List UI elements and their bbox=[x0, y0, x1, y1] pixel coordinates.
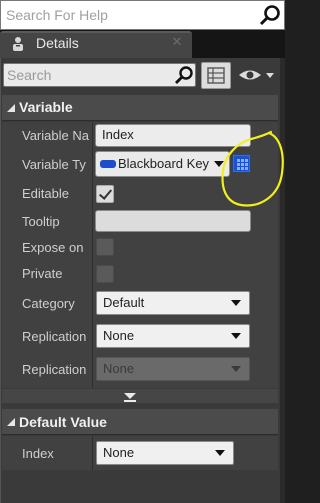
column-divider bbox=[92, 436, 93, 470]
help-search-input[interactable] bbox=[0, 0, 255, 30]
editable-checkbox[interactable] bbox=[96, 185, 114, 203]
editable-label: Editable bbox=[22, 186, 69, 201]
expand-line bbox=[124, 400, 136, 402]
tooltip-field[interactable] bbox=[95, 210, 251, 232]
category-label: Category bbox=[22, 296, 75, 311]
collapse-arrow-icon[interactable] bbox=[6, 417, 16, 427]
highlight-annotation bbox=[221, 130, 284, 207]
replication-condition-label: Replication bbox=[22, 362, 87, 377]
tab-details[interactable] bbox=[0, 31, 192, 58]
default-index-value: None bbox=[103, 445, 135, 460]
private-label: Private bbox=[22, 266, 63, 281]
tooltip-label: Tooltip bbox=[22, 214, 60, 229]
search-icon[interactable] bbox=[174, 66, 194, 84]
replication-value: None bbox=[103, 328, 135, 343]
column-divider bbox=[92, 122, 93, 388]
chevron-down-icon bbox=[231, 300, 241, 306]
variable-name-label: Variable Na bbox=[22, 128, 89, 143]
expose-on-spawn-label: Expose on bbox=[22, 240, 84, 255]
collapse-arrow-icon[interactable] bbox=[6, 103, 16, 113]
close-icon[interactable]: ✕ bbox=[170, 35, 184, 49]
replication-label: Replication bbox=[22, 329, 87, 344]
tab-label: Details bbox=[36, 35, 79, 51]
private-checkbox[interactable] bbox=[96, 265, 114, 283]
variable-type-label: Variable Ty bbox=[22, 157, 86, 172]
default-value-section-title: Default Value bbox=[19, 414, 107, 430]
eye-icon[interactable] bbox=[237, 65, 277, 85]
default-index-dropdown[interactable]: None bbox=[96, 441, 234, 465]
details-search-input[interactable] bbox=[3, 63, 168, 87]
type-color-pill bbox=[100, 160, 116, 168]
expand-arrow-icon bbox=[124, 393, 136, 399]
details-icon bbox=[13, 37, 23, 51]
chevron-down-icon bbox=[231, 333, 241, 339]
replication-condition-value: None bbox=[103, 361, 135, 376]
category-dropdown[interactable]: Default bbox=[96, 291, 250, 315]
expose-on-spawn-checkbox[interactable] bbox=[96, 238, 114, 256]
replication-condition-dropdown: None bbox=[96, 357, 250, 381]
grid-icon bbox=[207, 67, 225, 84]
search-icon[interactable] bbox=[258, 4, 282, 26]
replication-dropdown[interactable]: None bbox=[96, 324, 250, 348]
default-index-label: Index bbox=[22, 446, 54, 461]
variable-type-value: Blackboard Key bbox=[118, 156, 210, 171]
property-matrix-button[interactable] bbox=[201, 62, 231, 89]
category-value: Default bbox=[103, 295, 145, 310]
scrollbar[interactable] bbox=[280, 58, 285, 503]
chevron-down-icon bbox=[231, 366, 241, 372]
variable-section-title: Variable bbox=[19, 99, 73, 115]
chevron-down-icon bbox=[215, 450, 225, 456]
advanced-expander[interactable] bbox=[2, 389, 278, 403]
